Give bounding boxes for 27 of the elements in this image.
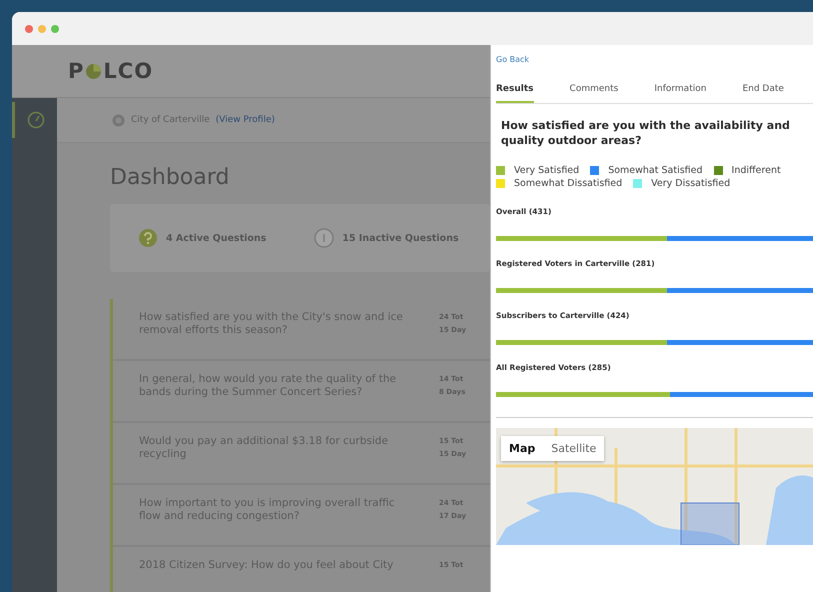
page-title: Dashboard [110, 165, 230, 190]
window-control-dot[interactable] [51, 24, 59, 32]
legend-label: Very Satisfied [514, 165, 580, 176]
logo-text: LCO [103, 59, 154, 83]
stat-label[interactable]: 4 Active Questions [166, 232, 266, 244]
window-control-dot[interactable] [38, 24, 46, 32]
window-control-dot[interactable] [25, 24, 33, 32]
go-back-link[interactable]: Go Back [496, 55, 530, 64]
logo-icon [85, 62, 102, 80]
question-bubble-icon [314, 228, 334, 248]
tab[interactable]: Comments [570, 84, 618, 103]
seal-icon [112, 114, 125, 126]
legend-label: Very Dissatisfied [651, 178, 730, 189]
tab[interactable]: Information [654, 84, 706, 103]
logo-text: P [68, 59, 84, 83]
legend-label: Somewhat Dissatisfied [514, 178, 622, 189]
question-heading: How satisfied are you with the availability and quality outdoor areas? [501, 118, 791, 148]
map-type-button[interactable]: Satellite [543, 436, 604, 461]
question-bubble-icon [138, 228, 158, 248]
tab[interactable]: End Date [742, 84, 784, 103]
map-type-button[interactable]: Map [501, 436, 544, 461]
tab[interactable]: Results [496, 84, 534, 103]
view-profile-link[interactable]: (View Profile) [216, 115, 275, 125]
gauge-icon [27, 111, 45, 129]
legend-label: Somewhat Satisfied [608, 165, 703, 176]
stat-label[interactable]: 15 Inactive Questions [342, 232, 459, 244]
legend-label: Indifferent [732, 165, 781, 176]
